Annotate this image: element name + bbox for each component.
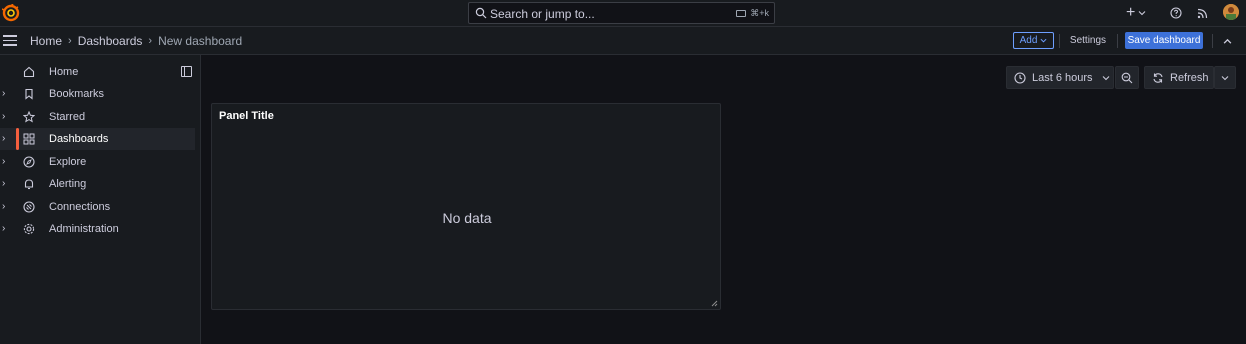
dashboards-grid-icon [23, 133, 35, 145]
zoom-out-icon [1121, 72, 1133, 83]
refresh-label: Refresh [1170, 71, 1209, 84]
sidebar-item-alerting[interactable]: › Alerting [0, 173, 195, 195]
connections-icon [23, 201, 35, 213]
toolbar-divider [1059, 34, 1060, 48]
chevron-right-icon[interactable]: › [2, 156, 5, 167]
breadcrumb-current: New dashboard [158, 34, 243, 48]
star-icon [23, 111, 35, 123]
help-icon [1170, 7, 1182, 19]
time-range-picker[interactable]: Last 6 hours [1006, 66, 1114, 89]
toolbar-divider [1117, 34, 1118, 48]
chevron-right-icon[interactable]: › [2, 133, 5, 144]
refresh-button[interactable]: Refresh [1144, 66, 1214, 89]
breadcrumb: Home › Dashboards › New dashboard [30, 34, 242, 48]
save-dashboard-button[interactable]: Save dashboard [1125, 32, 1203, 49]
settings-button-label: Settings [1069, 35, 1107, 46]
chevron-right-icon[interactable]: › [2, 111, 5, 122]
sidebar-item-label: Alerting [49, 178, 87, 190]
keyboard-icon [736, 10, 747, 17]
refresh-icon [1153, 72, 1163, 83]
zoom-out-button[interactable] [1115, 66, 1139, 89]
sidebar-item-label: Administration [49, 223, 119, 235]
top-bar: Search or jump to... ⌘+k + [0, 0, 1246, 27]
sidebar-item-label: Starred [49, 111, 86, 123]
sidebar-item-dashboards[interactable]: › Dashboards [0, 128, 195, 150]
add-button[interactable]: Add [1013, 32, 1054, 49]
home-icon [23, 66, 35, 78]
sidebar-item-label: Connections [49, 201, 111, 213]
chevron-down-icon [1040, 38, 1047, 43]
search-icon [475, 7, 487, 19]
breadcrumb-home[interactable]: Home [30, 34, 62, 48]
sidebar-item-administration[interactable]: › Administration [0, 218, 195, 240]
bookmark-icon [25, 88, 33, 100]
rss-icon [1197, 8, 1208, 18]
sidebar-item-bookmarks[interactable]: › Bookmarks [0, 83, 195, 105]
collapse-toolbar-button[interactable] [1219, 34, 1235, 48]
chevron-right-icon[interactable]: › [2, 178, 5, 189]
new-menu-button[interactable]: + [1126, 4, 1146, 22]
sidebar-item-label: Home [49, 66, 79, 78]
search-shortcut: ⌘+k [736, 8, 769, 19]
chevron-down-icon [1221, 75, 1229, 80]
breadcrumb-dashboards[interactable]: Dashboards [78, 34, 143, 48]
news-button[interactable] [1197, 4, 1208, 22]
clock-icon [1014, 71, 1026, 84]
chevron-up-icon [1223, 38, 1231, 44]
user-avatar[interactable] [1223, 4, 1239, 20]
refresh-interval-dropdown[interactable] [1214, 66, 1236, 89]
chevron-right-icon[interactable]: › [2, 88, 5, 99]
sidebar-item-explore[interactable]: › Explore [0, 151, 195, 173]
search-placeholder: Search or jump to... [490, 7, 595, 21]
breadcrumb-separator-icon: › [68, 35, 72, 47]
chevron-down-icon [1138, 11, 1146, 16]
avatar-image-icon [1223, 4, 1239, 20]
toolbar-divider [1212, 34, 1213, 48]
chevron-right-icon[interactable]: › [2, 201, 5, 212]
help-button[interactable] [1170, 4, 1182, 22]
time-range-label: Last 6 hours [1032, 71, 1093, 84]
add-button-label: Add [1019, 35, 1038, 46]
settings-button[interactable]: Settings [1064, 32, 1112, 49]
sidebar-item-home[interactable]: Home [0, 61, 195, 83]
panel-title[interactable]: Panel Title [219, 110, 274, 122]
resize-handle-icon[interactable] [710, 299, 718, 307]
cog-icon [23, 223, 35, 235]
sidebar-item-connections[interactable]: › Connections [0, 196, 195, 218]
panel-empty-message: No data [442, 210, 492, 226]
chevron-right-icon[interactable]: › [2, 223, 5, 234]
chevron-down-icon [1102, 75, 1109, 80]
sidebar-item-starred[interactable]: › Starred [0, 106, 195, 128]
shortcut-label: ⌘+k [750, 8, 769, 18]
breadcrumb-bar: Home › Dashboards › New dashboard Add Se… [0, 27, 1246, 55]
sidebar-item-label: Bookmarks [49, 88, 105, 100]
breadcrumb-separator-icon: › [148, 35, 153, 47]
compass-icon [23, 156, 35, 168]
search-input[interactable]: Search or jump to... ⌘+k [468, 2, 775, 24]
save-dashboard-label: Save dashboard [1127, 35, 1201, 46]
bell-icon [24, 179, 34, 190]
sidebar-item-label: Explore [49, 156, 87, 168]
sidebar: Home › Bookmarks › Starred › Dashboards … [0, 55, 201, 344]
menu-toggle-icon[interactable] [3, 35, 17, 46]
sidebar-item-label: Dashboards [49, 133, 109, 145]
grafana-logo-icon[interactable] [2, 4, 20, 22]
dashboard-panel[interactable]: Panel Title No data [211, 103, 721, 310]
plus-icon: + [1126, 4, 1136, 21]
